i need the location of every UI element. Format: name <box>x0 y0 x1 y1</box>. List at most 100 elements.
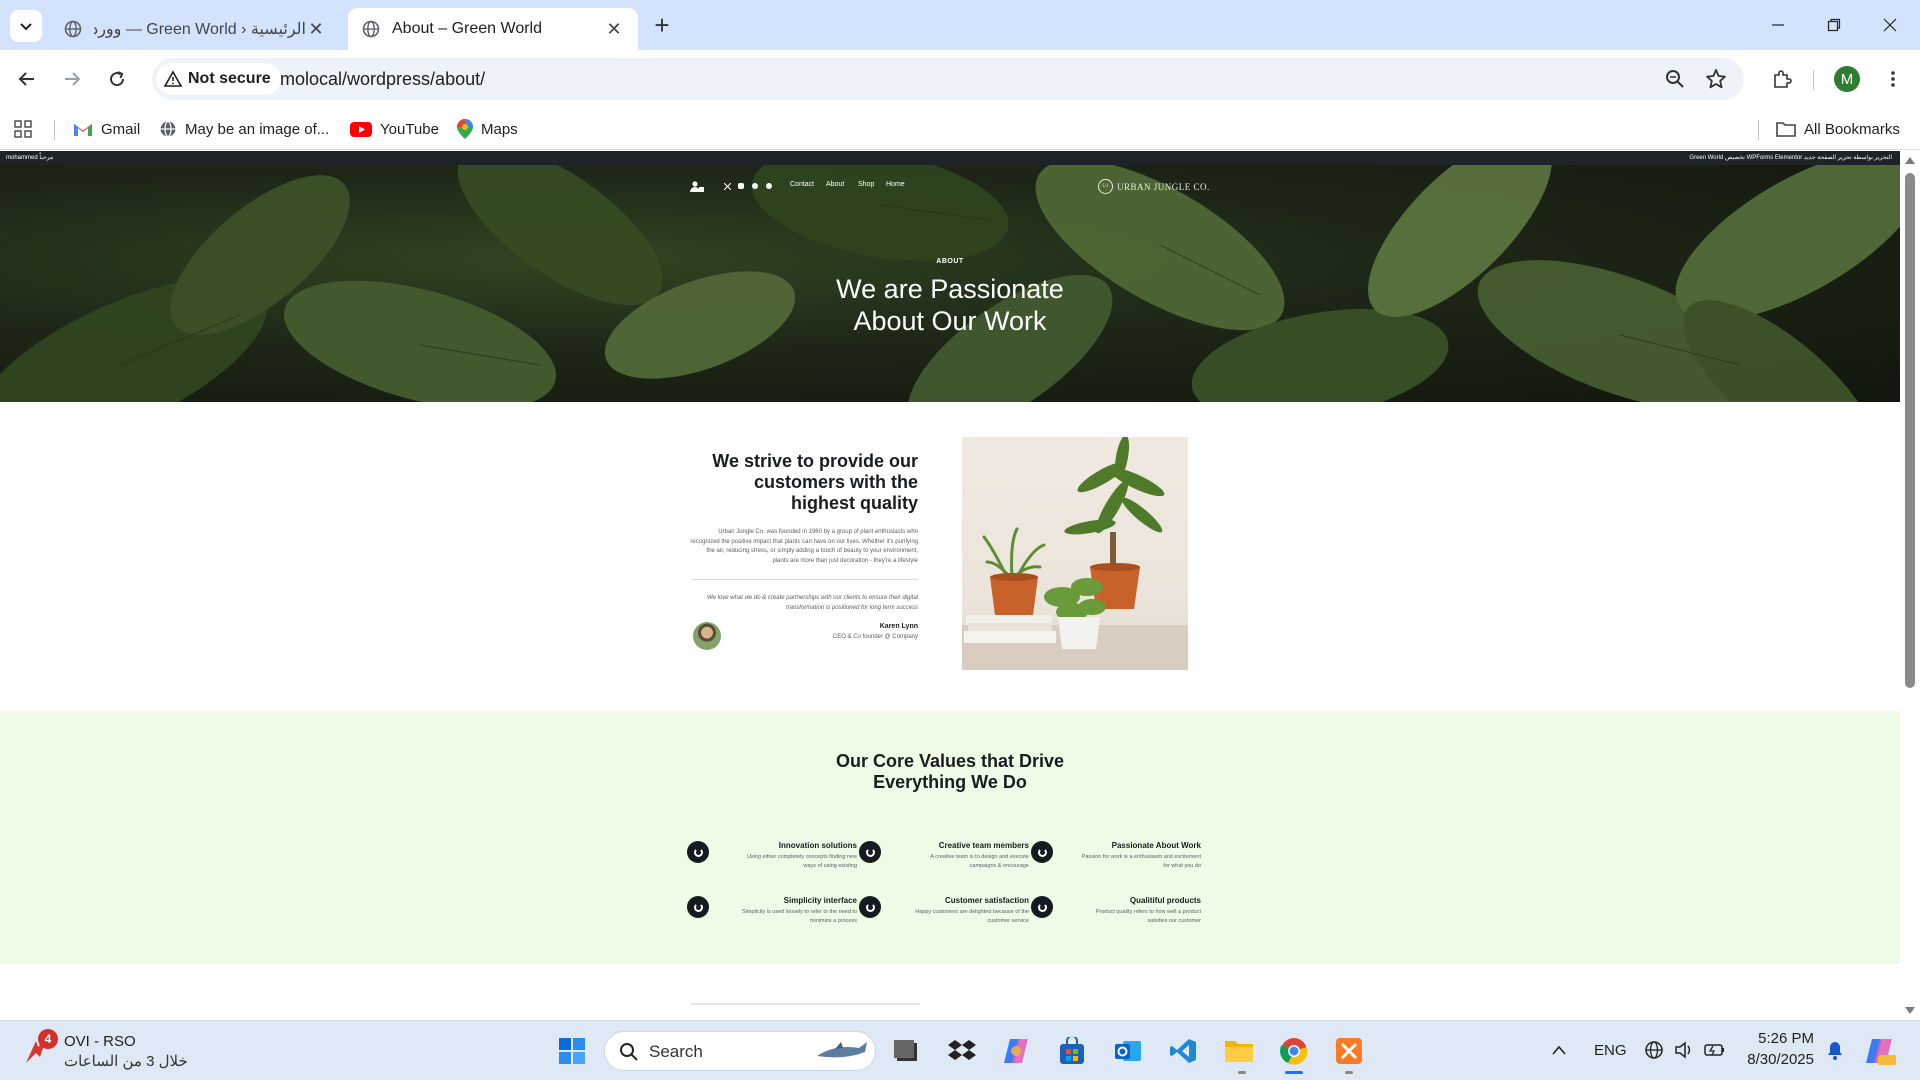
microsoft-store-app[interactable] <box>1052 1031 1092 1071</box>
chrome-icon <box>1280 1038 1308 1065</box>
values-heading: Our Core Values that Drive Everything We… <box>0 751 1900 793</box>
back-button[interactable] <box>10 62 44 96</box>
hero-title: We are Passionate About Our Work <box>0 273 1900 337</box>
bookmark-maps[interactable]: Maps <box>457 116 518 142</box>
new-tab-button[interactable]: + <box>648 10 676 40</box>
admin-bar-user[interactable]: mohammed مرحباً <box>6 154 53 161</box>
tab-search-button[interactable] <box>10 10 42 42</box>
core-values-section: Our Core Values that Drive Everything We… <box>0 711 1900 964</box>
value-title: Innovation solutions <box>778 841 857 850</box>
outlook-app[interactable] <box>1108 1031 1148 1071</box>
scroll-up-arrow-icon[interactable] <box>1905 157 1915 164</box>
page-scrollbar[interactable] <box>1900 151 1920 1020</box>
search-icon <box>620 1043 638 1061</box>
scroll-down-arrow-icon[interactable] <box>1905 1007 1915 1014</box>
url-text[interactable]: molocal/wordpress/about/ <box>280 69 485 90</box>
xampp-app[interactable] <box>1329 1031 1369 1071</box>
clock-date[interactable]: 8/30/2025 <box>1740 1051 1814 1068</box>
globe-icon <box>362 20 380 38</box>
value-title: Creative team members <box>938 841 1029 850</box>
person-role: CEO & Co founder @ Company <box>832 634 918 640</box>
menu-button[interactable] <box>1876 62 1910 96</box>
network-icon[interactable] <box>1644 1040 1664 1060</box>
nav-contact[interactable]: Contact <box>790 181 814 188</box>
nav-home[interactable]: Home <box>886 181 905 188</box>
user-icon[interactable] <box>690 180 704 194</box>
values-heading-line-1: Our Core Values that Drive <box>835 751 1065 771</box>
close-tab-icon[interactable]: ✕ <box>604 19 624 40</box>
start-button[interactable] <box>552 1031 592 1071</box>
admin-bar-menu[interactable]: Green World تخصيص WPForms Elementor التح… <box>1689 154 1892 161</box>
facebook-social-icon[interactable] <box>766 183 772 189</box>
volume-icon[interactable] <box>1674 1040 1694 1060</box>
nav-about[interactable]: About <box>826 181 844 188</box>
site-logo[interactable]: UJ URBAN JUNGLE CO. <box>1098 179 1210 194</box>
chevron-up-icon[interactable] <box>1552 1045 1566 1055</box>
extensions-button[interactable] <box>1765 62 1799 96</box>
tab-home[interactable]: الرئيسية ‹ Green World — ووردب ✕ <box>50 8 340 50</box>
minimize-button[interactable] <box>1750 0 1806 50</box>
about-divider <box>692 579 918 580</box>
address-bar[interactable]: Not secure molocal/wordpress/about/ <box>152 58 1744 100</box>
chrome-app[interactable] <box>1274 1031 1314 1071</box>
reload-button[interactable] <box>100 62 134 96</box>
bookmark-youtube[interactable]: YouTube <box>350 116 439 142</box>
close-window-button[interactable] <box>1862 0 1918 50</box>
site-header: Contact About Shop Home UJ URBAN JUNGLE … <box>0 179 1900 195</box>
taskbar-notification-widget[interactable]: 4 OVI - RSO خلال 3 من الساعات <box>20 1029 220 1073</box>
value-badge-icon <box>1031 841 1053 863</box>
youtube-social-icon[interactable] <box>738 183 744 189</box>
star-icon[interactable] <box>1705 68 1727 90</box>
battery-icon[interactable] <box>1704 1042 1726 1058</box>
bookmark-image[interactable]: May be an image of... <box>159 116 329 142</box>
value-item: Simplicity interface Simplicity is used … <box>687 896 857 936</box>
restore-button[interactable] <box>1806 0 1862 50</box>
vscode-icon <box>1170 1039 1196 1063</box>
windows-taskbar: 4 OVI - RSO خلال 3 من الساعات Search ENG… <box>0 1020 1920 1080</box>
close-tab-icon[interactable]: ✕ <box>306 19 326 40</box>
vscode-app[interactable] <box>1163 1031 1203 1071</box>
value-item: Creative team members A creative team is… <box>859 841 1029 881</box>
all-bookmarks-button[interactable]: All Bookmarks <box>1776 116 1900 142</box>
file-explorer-app[interactable] <box>1219 1031 1259 1071</box>
gmail-icon <box>74 123 92 136</box>
task-view-button[interactable] <box>886 1031 926 1071</box>
clock-time[interactable]: 5:26 PM <box>1752 1030 1814 1047</box>
apps-grid-icon <box>14 120 32 138</box>
scroll-thumb[interactable] <box>1905 173 1915 688</box>
puzzle-icon <box>1774 70 1792 88</box>
person-avatar <box>693 622 721 650</box>
copilot-pre-icon[interactable] <box>1864 1035 1896 1067</box>
value-title: Customer satisfaction <box>944 896 1029 905</box>
bookmark-gmail[interactable]: Gmail <box>73 116 140 142</box>
value-title: Simplicity interface <box>783 896 857 905</box>
instagram-social-icon[interactable] <box>752 183 758 189</box>
forward-button[interactable] <box>55 62 89 96</box>
notification-bell-icon[interactable] <box>1826 1041 1844 1061</box>
warning-icon <box>164 70 182 87</box>
about-heading-line-2: customers with the <box>753 472 918 492</box>
language-indicator[interactable]: ENG <box>1594 1042 1627 1059</box>
taskbar-search[interactable]: Search <box>604 1031 876 1071</box>
zoom-icon[interactable] <box>1664 68 1686 90</box>
security-chip[interactable]: Not secure <box>156 63 281 95</box>
person-name: Karen Lynn <box>879 623 918 630</box>
apps-button[interactable] <box>14 116 40 142</box>
value-item: Innovation solutions Using either comple… <box>687 841 857 881</box>
nav-shop[interactable]: Shop <box>858 181 874 188</box>
bookmarks-divider <box>1758 120 1759 140</box>
toolbar-divider <box>1813 70 1814 90</box>
kebab-menu-icon <box>1891 71 1895 87</box>
dropbox-app[interactable] <box>942 1031 982 1071</box>
hero-title-line-2: About Our Work <box>853 306 1047 336</box>
x-social-icon[interactable] <box>724 183 731 190</box>
about-heading-line-1: We strive to provide our <box>712 451 918 471</box>
profile-avatar[interactable]: M <box>1834 66 1860 92</box>
chevron-down-icon <box>20 23 32 31</box>
copilot-app[interactable] <box>996 1031 1036 1071</box>
wp-admin-bar: mohammed مرحباً Green World تخصيص WPForm… <box>0 151 1900 165</box>
tab-about[interactable]: About – Green World ✕ <box>348 8 638 50</box>
browser-toolbar: Not secure molocal/wordpress/about/ M <box>0 50 1920 108</box>
value-description: Product quality refers to how well a pro… <box>1095 909 1201 924</box>
globe-icon <box>160 120 176 138</box>
